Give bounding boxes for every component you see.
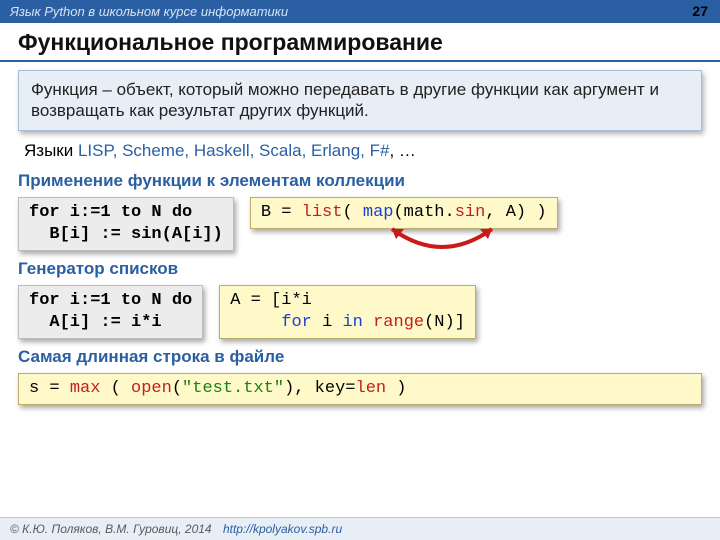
- sect1-python: B = list( map(math.sin, A) ): [250, 197, 558, 229]
- langs-list: LISP, Scheme, Haskell, Scala, Erlang, F#: [78, 141, 390, 160]
- slide-title: Функциональное программирование: [0, 23, 720, 62]
- footer-copy: © К.Ю. Поляков, В.М. Гуровиц, 2014: [10, 522, 212, 536]
- languages-line: Языки LISP, Scheme, Haskell, Scala, Erla…: [24, 141, 696, 161]
- sect3-python: s = max ( open("test.txt"), key=len ): [18, 373, 702, 405]
- langs-prefix: Языки: [24, 141, 78, 160]
- sect2-row: for i:=1 to N do A[i] := i*i A = [i*i fo…: [18, 285, 702, 339]
- sect2-head: Генератор списков: [18, 259, 702, 279]
- sect1-row: for i:=1 to N do B[i] := sin(A[i]) B = l…: [18, 197, 702, 251]
- sect1-head: Применение функции к элементам коллекции: [18, 171, 702, 191]
- page-number: 27: [692, 3, 708, 19]
- langs-suffix: , …: [389, 141, 415, 160]
- footer-url: http://kpolyakov.spb.ru: [223, 522, 342, 536]
- header-bar: Язык Python в школьном курсе информатики…: [0, 0, 720, 23]
- sect1-pseudocode: for i:=1 to N do B[i] := sin(A[i]): [18, 197, 234, 251]
- sect2-python: A = [i*i for i in range(N)]: [219, 285, 476, 339]
- sect3-head: Самая длинная строка в файле: [18, 347, 702, 367]
- sect2-pseudocode: for i:=1 to N do A[i] := i*i: [18, 285, 203, 339]
- course-name: Язык Python в школьном курсе информатики: [10, 4, 288, 19]
- definition-box: Функция – объект, который можно передава…: [18, 70, 702, 131]
- footer: © К.Ю. Поляков, В.М. Гуровиц, 2014 http:…: [0, 517, 720, 540]
- content: Функция – объект, который можно передава…: [0, 70, 720, 405]
- sect3-row: s = max ( open("test.txt"), key=len ): [18, 373, 702, 405]
